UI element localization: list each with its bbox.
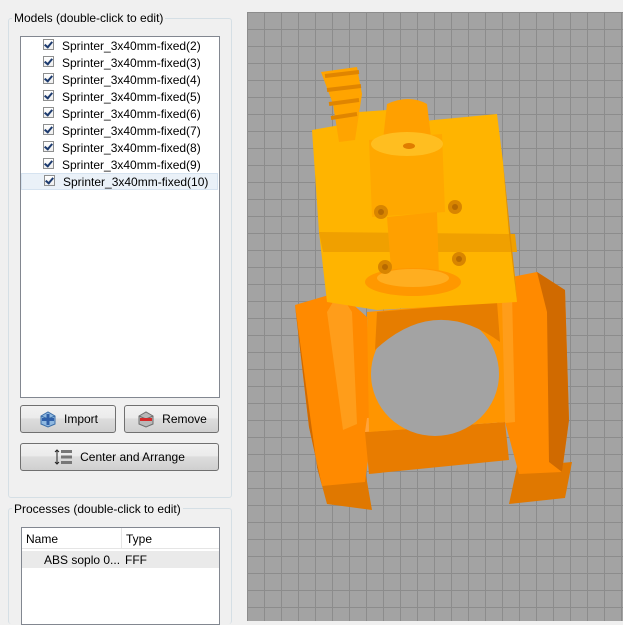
models-list[interactable]: Sprinter_3x40mm-fixed(2) Sprinter_3x40mm… — [20, 36, 220, 398]
3d-viewport[interactable] — [247, 12, 623, 621]
import-icon — [38, 410, 58, 428]
model-label: Sprinter_3x40mm-fixed(8) — [62, 140, 201, 155]
center-and-arrange-label: Center and Arrange — [80, 450, 185, 464]
models-panel-title: Models (double-click to edit) — [12, 11, 166, 25]
checkbox[interactable] — [43, 90, 54, 101]
checkbox[interactable] — [43, 107, 54, 118]
import-label: Import — [63, 412, 98, 426]
arrange-icon — [54, 448, 74, 466]
checkbox[interactable] — [43, 141, 54, 152]
remove-label: Remove — [162, 412, 207, 426]
checkbox[interactable] — [43, 124, 54, 135]
column-header-name[interactable]: Name — [22, 528, 122, 548]
list-item[interactable]: Sprinter_3x40mm-fixed(2) — [21, 37, 219, 54]
checkbox[interactable] — [43, 73, 54, 84]
list-item[interactable]: Sprinter_3x40mm-fixed(5) — [21, 88, 219, 105]
model-label: Sprinter_3x40mm-fixed(9) — [62, 157, 201, 172]
list-item[interactable]: Sprinter_3x40mm-fixed(8) — [21, 139, 219, 156]
list-item[interactable]: Sprinter_3x40mm-fixed(7) — [21, 122, 219, 139]
remove-icon — [136, 410, 156, 428]
model-render[interactable] — [247, 12, 623, 621]
left-panel: Models (double-click to edit) Sprinter_3… — [0, 0, 240, 625]
checkbox[interactable] — [43, 56, 54, 67]
process-type-cell: FFF — [125, 553, 147, 567]
model-label: Sprinter_3x40mm-fixed(2) — [62, 38, 201, 53]
import-button[interactable]: Import — [20, 405, 116, 433]
center-and-arrange-button[interactable]: Center and Arrange — [20, 443, 219, 471]
processes-table[interactable]: Name Type ABS soplo 0... FFF — [21, 527, 220, 625]
model-label: Sprinter_3x40mm-fixed(4) — [62, 72, 201, 87]
column-header-type[interactable]: Type — [122, 528, 218, 548]
checkbox[interactable] — [43, 39, 54, 50]
processes-panel-title: Processes (double-click to edit) — [12, 502, 183, 516]
list-item-selected[interactable]: Sprinter_3x40mm-fixed(10) — [21, 173, 218, 190]
model-label: Sprinter_3x40mm-fixed(10) — [63, 174, 209, 189]
process-name-cell: ABS soplo 0... — [44, 553, 121, 567]
model-label: Sprinter_3x40mm-fixed(3) — [62, 55, 201, 70]
list-item[interactable]: Sprinter_3x40mm-fixed(6) — [21, 105, 219, 122]
list-item[interactable]: Sprinter_3x40mm-fixed(4) — [21, 71, 219, 88]
model-label: Sprinter_3x40mm-fixed(5) — [62, 89, 201, 104]
model-label: Sprinter_3x40mm-fixed(6) — [62, 106, 201, 121]
checkbox[interactable] — [43, 158, 54, 169]
table-row[interactable]: ABS soplo 0... FFF — [22, 551, 219, 568]
remove-button[interactable]: Remove — [124, 405, 219, 433]
list-item[interactable]: Sprinter_3x40mm-fixed(9) — [21, 156, 219, 173]
list-item[interactable]: Sprinter_3x40mm-fixed(3) — [21, 54, 219, 71]
model-label: Sprinter_3x40mm-fixed(7) — [62, 123, 201, 138]
checkbox[interactable] — [44, 175, 55, 186]
table-header: Name Type — [22, 528, 219, 549]
